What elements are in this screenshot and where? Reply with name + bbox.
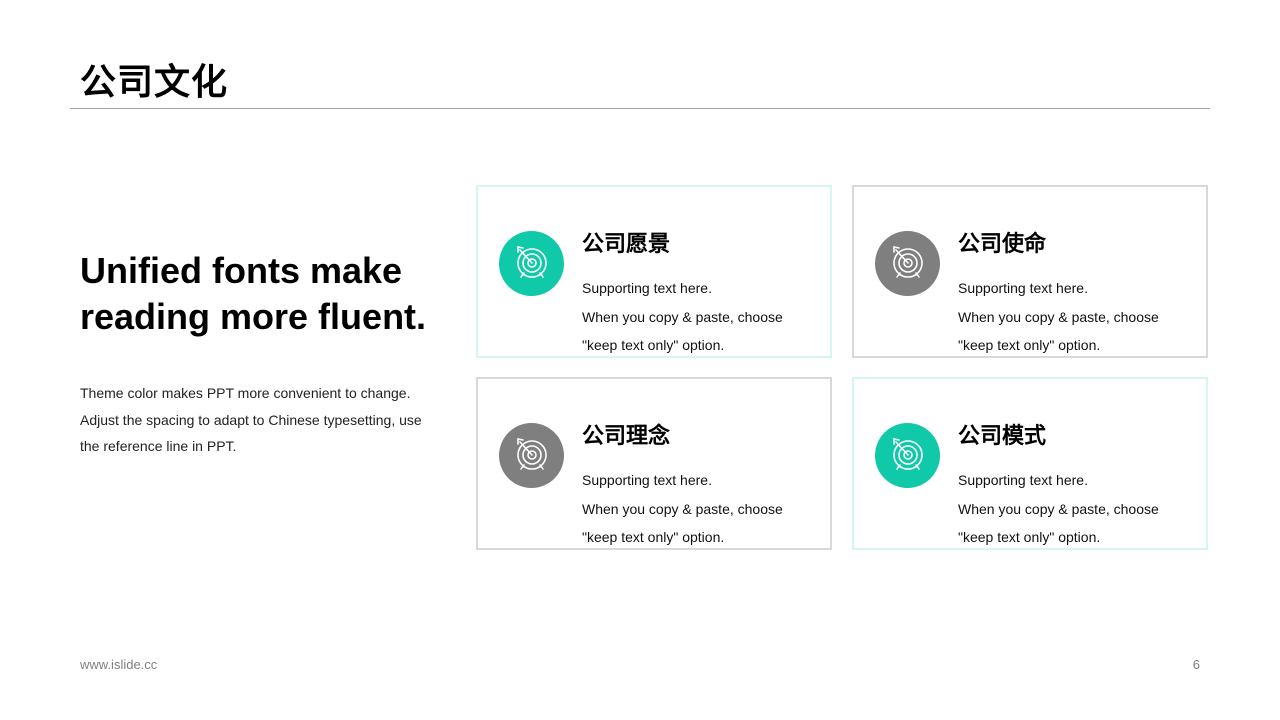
card-text: Supporting text here. When you copy & pa…: [958, 274, 1159, 360]
card-badge: [875, 423, 940, 488]
card-text-line-3: "keep text only" option.: [582, 529, 725, 545]
card-text-line-1: Supporting text here.: [582, 472, 712, 488]
card-text-line-3: "keep text only" option.: [958, 529, 1101, 545]
title-divider: [70, 108, 1210, 109]
card-badge: [499, 423, 564, 488]
card-title: 公司愿景: [582, 231, 671, 256]
description-line-1: Theme color makes PPT more convenient to…: [80, 385, 411, 401]
card-text-line-2: When you copy & paste, choose: [958, 500, 1159, 517]
description: Theme color makes PPT more convenient to…: [80, 380, 440, 460]
footer-url: www.islide.cc: [80, 657, 158, 672]
card-vision: 公司愿景 Supporting text here. When you copy…: [476, 185, 832, 358]
headline-line-2: reading more fluent.: [80, 296, 427, 337]
card-title: 公司使命: [958, 231, 1047, 256]
card-mission: 公司使命 Supporting text here. When you copy…: [852, 185, 1208, 358]
card-text-line-3: "keep text only" option.: [582, 337, 725, 353]
card-title: 公司理念: [582, 423, 671, 448]
card-text-line-3: "keep text only" option.: [958, 337, 1101, 353]
card-text-line-2: When you copy & paste, choose: [582, 308, 783, 325]
page-title: 公司文化: [80, 61, 229, 102]
card-text: Supporting text here. When you copy & pa…: [958, 466, 1159, 552]
card-text: Supporting text here. When you copy & pa…: [582, 466, 783, 552]
card-text-line-1: Supporting text here.: [582, 280, 712, 296]
card-text: Supporting text here. When you copy & pa…: [582, 274, 783, 360]
description-line-2: Adjust the spacing to adapt to Chinese t…: [80, 411, 422, 428]
target-icon: [512, 241, 552, 286]
card-philosophy: 公司理念 Supporting text here. When you copy…: [476, 377, 832, 550]
headline: Unified fonts make reading more fluent.: [80, 248, 460, 340]
page-number: 6: [1192, 657, 1200, 672]
target-icon: [512, 433, 552, 478]
card-model: 公司模式 Supporting text here. When you copy…: [852, 377, 1208, 550]
card-text-line-1: Supporting text here.: [958, 472, 1088, 488]
description-line-3: the reference line in PPT.: [80, 438, 237, 454]
target-icon: [888, 241, 928, 286]
card-text-line-2: When you copy & paste, choose: [958, 308, 1159, 325]
card-text-line-1: Supporting text here.: [958, 280, 1088, 296]
target-icon: [888, 433, 928, 478]
headline-line-1: Unified fonts make: [80, 250, 403, 291]
card-badge: [875, 231, 940, 296]
card-text-line-2: When you copy & paste, choose: [582, 500, 783, 517]
card-badge: [499, 231, 564, 296]
card-title: 公司模式: [958, 423, 1047, 448]
